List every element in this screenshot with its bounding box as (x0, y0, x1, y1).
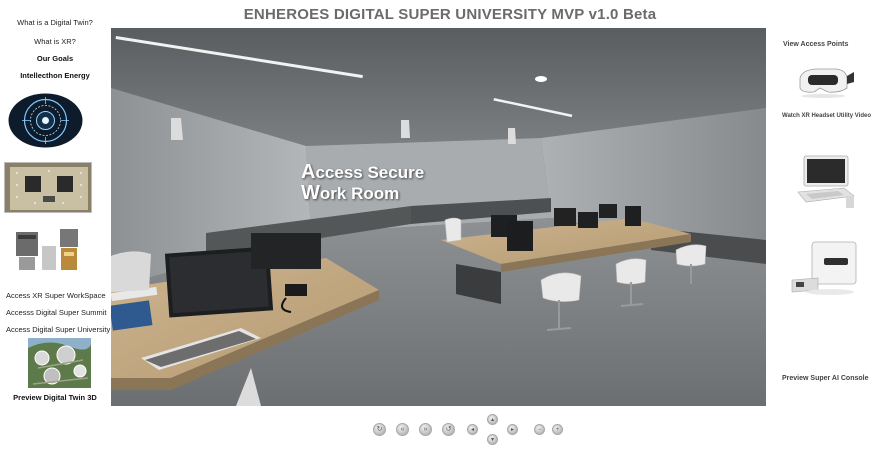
page: ENHEROES DIGITAL SUPER UNIVERSITY MVP v1… (0, 0, 886, 451)
vr-headset-thumbnail[interactable] (790, 60, 856, 100)
link-access-digital-university[interactable]: Access Digital Super University (6, 325, 116, 334)
link-access-digital-summit[interactable]: Accesss Digital Super Summit (6, 308, 116, 317)
left-sidebar: What is a Digital Twin? What is XR? Our … (0, 0, 112, 451)
floor-plan-thumbnail[interactable] (4, 162, 92, 213)
zoom-out-icon[interactable]: − (534, 424, 545, 435)
page-title: ENHEROES DIGITAL SUPER UNIVERSITY MVP v1… (0, 6, 760, 23)
equipment-thumbnail[interactable] (14, 226, 82, 274)
link-what-is-xr[interactable]: What is XR? (0, 37, 110, 46)
link-access-xr-workspace[interactable]: Access XR Super WorkSpace (6, 291, 116, 300)
ai-console-thumbnail[interactable] (788, 240, 860, 298)
pan-down-icon[interactable]: ▾ (487, 434, 498, 445)
hotspot-line1-initial: A (301, 161, 316, 183)
xr-portal-thumbnail[interactable] (8, 93, 83, 148)
office-panorama-scene (111, 28, 766, 406)
preview-super-ai-console-link[interactable]: Preview Super AI Console (782, 375, 869, 382)
rewind-icon[interactable]: « (396, 423, 409, 436)
page-title-text: ENHEROES DIGITAL SUPER UNIVERSITY MVP v1… (243, 6, 657, 23)
pan-left-icon[interactable]: ◂ (467, 424, 478, 435)
hotspot-line2-initial: W (301, 182, 320, 204)
pan-right-icon[interactable]: ▸ (507, 424, 518, 435)
hotspot-line2-text: ork Room (319, 184, 400, 203)
link-intellecthon-energy[interactable]: Intellecthon Energy (0, 71, 110, 80)
hotspot-line1-text: ccess Secure (315, 163, 425, 182)
reset-icon[interactable]: ↺ (442, 423, 455, 436)
computer-station-thumbnail[interactable] (792, 152, 858, 212)
right-sidebar: View Access Points Watch XR Headset Util… (776, 0, 886, 451)
access-secure-work-room-hotspot[interactable]: Access Secure Work Room (301, 162, 424, 204)
zoom-in-icon[interactable]: + (552, 424, 563, 435)
digital-twin-aerial-thumbnail[interactable] (28, 338, 91, 388)
link-preview-digital-twin-3d[interactable]: Preview Digital Twin 3D (0, 393, 110, 402)
link-our-goals[interactable]: Our Goals (0, 54, 110, 63)
fast-forward-icon[interactable]: » (419, 423, 432, 436)
pan-up-icon[interactable]: ▴ (487, 414, 498, 425)
view-access-points-link[interactable]: View Access Points (783, 41, 848, 48)
link-what-is-digital-twin[interactable]: What is a Digital Twin? (0, 18, 110, 27)
watch-xr-headset-video-link[interactable]: Watch XR Headset Utility Video (782, 113, 871, 119)
panorama-viewer[interactable]: Access Secure Work Room (111, 28, 766, 406)
viewer-controls: ↻ « » ↺ ◂ ▴ ▾ ▸ − + (370, 414, 570, 448)
rotate-icon[interactable]: ↻ (373, 423, 386, 436)
